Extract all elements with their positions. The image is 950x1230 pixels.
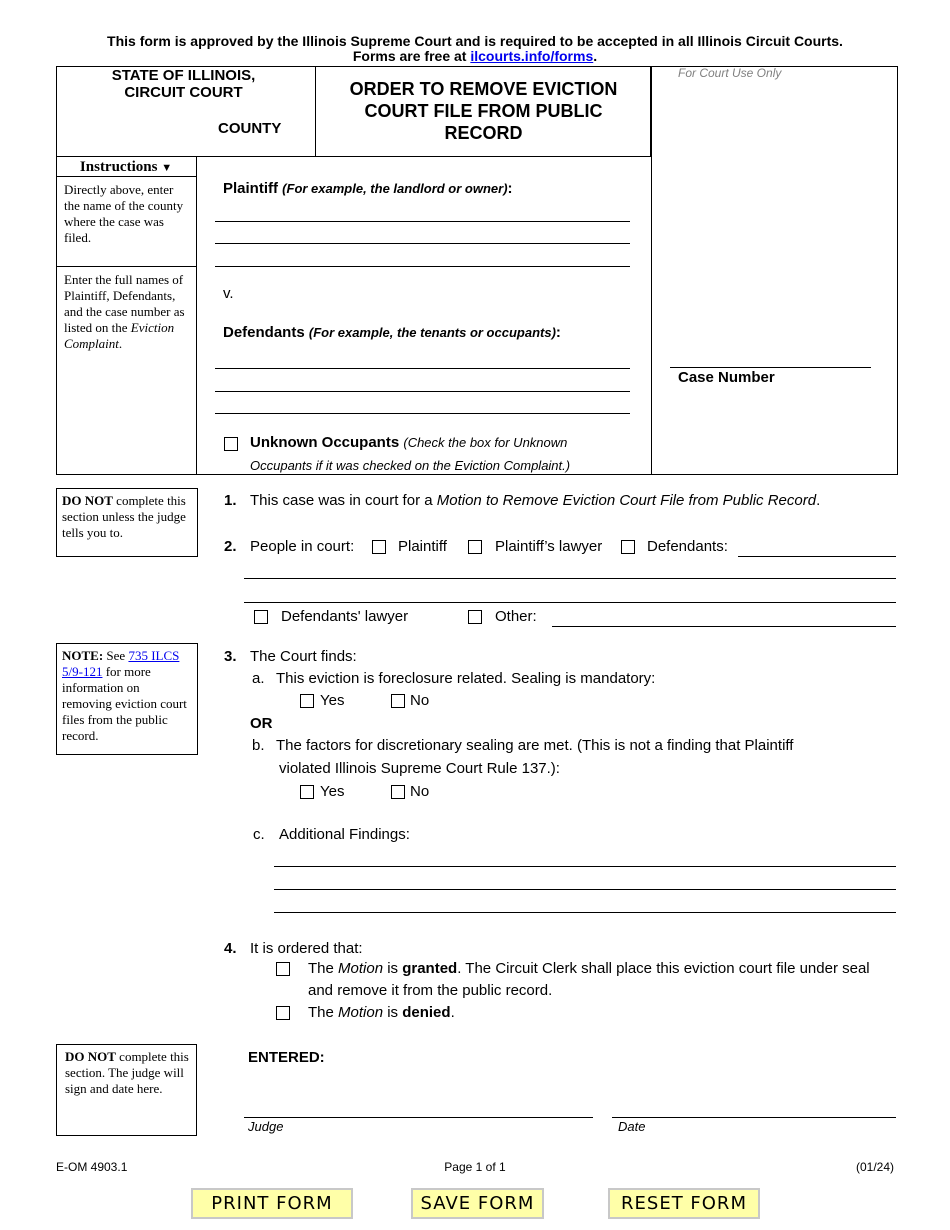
other-checkbox[interactable]	[468, 610, 482, 624]
defendants-line-1[interactable]	[215, 368, 630, 369]
instructions-header[interactable]: Instructions ▼	[56, 157, 196, 177]
judge-label: Judge	[248, 1119, 284, 1134]
finding-b-yes-checkbox[interactable]	[300, 785, 314, 799]
approval-notice: This form is approved by the Illinois Su…	[0, 34, 950, 64]
motion-granted-checkbox[interactable]	[276, 962, 290, 976]
motion-denied-checkbox[interactable]	[276, 1006, 290, 1020]
judge-only-note: DO NOT complete this section. The judge …	[56, 1044, 197, 1136]
item-3-number: 3.	[224, 648, 237, 665]
defendants-line-3[interactable]	[215, 413, 630, 414]
revision-date: (01/24)	[855, 1160, 894, 1174]
defendants-present-line-1[interactable]	[738, 556, 896, 557]
item-2-number: 2.	[224, 538, 237, 555]
caret-down-icon: ▼	[161, 162, 173, 174]
unknown-occupants-label: Unknown Occupants (Check the box for Unk…	[250, 434, 568, 451]
plaintiffs-lawyer-label: Plaintiff’s lawyer	[495, 538, 603, 555]
finding-a-no-label: No	[410, 692, 430, 709]
approval-notice-line2: Forms are free at ilcourts.info/forms.	[352, 48, 598, 64]
ordered-label: It is ordered that:	[250, 940, 363, 957]
defendants-lawyer-label: Defendants' lawyer	[281, 608, 409, 625]
form-title: ORDER TO REMOVE EVICTION COURT FILE FROM…	[349, 79, 618, 143]
date-line[interactable]	[612, 1117, 896, 1118]
item-4-number: 4.	[224, 940, 237, 957]
or-label: OR	[250, 715, 273, 732]
plaintiffs-lawyer-checkbox[interactable]	[468, 540, 482, 554]
ilcs-note: NOTE: See 735 ILCS 5/9-121 for more info…	[56, 643, 198, 755]
finding-a-yes-label: Yes	[320, 692, 345, 709]
instructions-column: Instructions ▼ Directly above, enter the…	[56, 157, 197, 475]
finding-a-letter: a.	[252, 670, 265, 687]
finding-a-text: This eviction is foreclosure related. Se…	[276, 670, 656, 687]
defendants-lawyer-checkbox[interactable]	[254, 610, 268, 624]
court-use-only-label: For Court Use Only	[678, 66, 782, 80]
defendants-present-line-2[interactable]	[244, 578, 896, 579]
court-use-cell: For Court Use Only Case Number	[651, 66, 898, 475]
finding-b-text-1: The factors for discretionary sealing ar…	[276, 737, 794, 754]
county-field[interactable]	[64, 120, 212, 138]
names-instruction: Enter the full names of Plaintiff, Defen…	[64, 272, 185, 351]
state-label: STATE OF ILLINOIS, CIRCUIT COURT	[111, 67, 256, 101]
plaintiff-line-3[interactable]	[215, 266, 630, 267]
motion-denied-text: The Motion is denied.	[308, 1004, 455, 1021]
additional-findings-line-3[interactable]	[274, 912, 896, 913]
save-form-button[interactable]: SAVE FORM	[411, 1188, 544, 1219]
finding-b-letter: b.	[252, 737, 265, 754]
plaintiff-line-1[interactable]	[215, 221, 630, 222]
form-title-cell: ORDER TO REMOVE EVICTION COURT FILE FROM…	[316, 66, 651, 157]
court-finds-label: The Court finds:	[250, 648, 357, 665]
instructions-divider	[56, 266, 196, 267]
finding-b-text-2: violated Illinois Supreme Court Rule 137…	[279, 760, 560, 777]
plaintiff-label: Plaintiff (For example, the landlord or …	[223, 180, 513, 197]
additional-findings-label: Additional Findings:	[279, 826, 410, 843]
item-1-number: 1.	[224, 492, 237, 509]
defendants-present-line-3[interactable]	[244, 602, 896, 603]
county-label: COUNTY	[218, 120, 282, 137]
case-number-line	[670, 367, 871, 368]
motion-granted-text-2: and remove it from the public record.	[308, 982, 553, 999]
additional-findings-line-1[interactable]	[274, 866, 896, 867]
defendants-label: Defendants (For example, the tenants or …	[223, 324, 561, 341]
finding-a-yes-checkbox[interactable]	[300, 694, 314, 708]
item-1-text: This case was in court for a Motion to R…	[250, 492, 821, 509]
additional-findings-line-2[interactable]	[274, 889, 896, 890]
print-form-button[interactable]: PRINT FORM	[191, 1188, 353, 1219]
finding-b-no-checkbox[interactable]	[391, 785, 405, 799]
defendants-present-label: Defendants:	[647, 538, 728, 555]
plaintiff-present-label: Plaintiff	[398, 538, 447, 555]
plaintiff-present-checkbox[interactable]	[372, 540, 386, 554]
court-county-cell: STATE OF ILLINOIS, CIRCUIT COURT COUNTY	[56, 66, 316, 157]
motion-granted-text: The Motion is granted. The Circuit Clerk…	[308, 960, 870, 977]
plaintiff-line-2[interactable]	[215, 243, 630, 244]
finding-b-no-label: No	[410, 783, 430, 800]
unknown-occupants-checkbox[interactable]	[224, 437, 238, 451]
date-label: Date	[618, 1119, 646, 1134]
approval-notice-line1: This form is approved by the Illinois Su…	[107, 33, 843, 49]
defendants-present-checkbox[interactable]	[621, 540, 635, 554]
versus-label: v.	[223, 285, 234, 302]
do-not-complete-note: DO NOT complete this section unless the …	[56, 488, 198, 557]
finding-a-no-checkbox[interactable]	[391, 694, 405, 708]
finding-b-yes-label: Yes	[320, 783, 345, 800]
unknown-occupants-hint: Occupants if it was checked on the Evict…	[250, 458, 571, 473]
forms-link[interactable]: ilcourts.info/forms	[470, 48, 593, 64]
people-in-court-label: People in court:	[250, 538, 355, 555]
reset-form-button[interactable]: RESET FORM	[608, 1188, 760, 1219]
county-instruction: Directly above, enter the name of the co…	[64, 182, 184, 245]
other-line[interactable]	[552, 626, 896, 627]
judge-signature-line[interactable]	[244, 1117, 593, 1118]
case-number-label: Case Number	[678, 369, 775, 386]
other-label: Other:	[495, 608, 537, 625]
case-number-field[interactable]	[670, 350, 871, 366]
entered-label: ENTERED:	[248, 1049, 325, 1066]
defendants-line-2[interactable]	[215, 391, 630, 392]
finding-c-letter: c.	[253, 826, 265, 843]
